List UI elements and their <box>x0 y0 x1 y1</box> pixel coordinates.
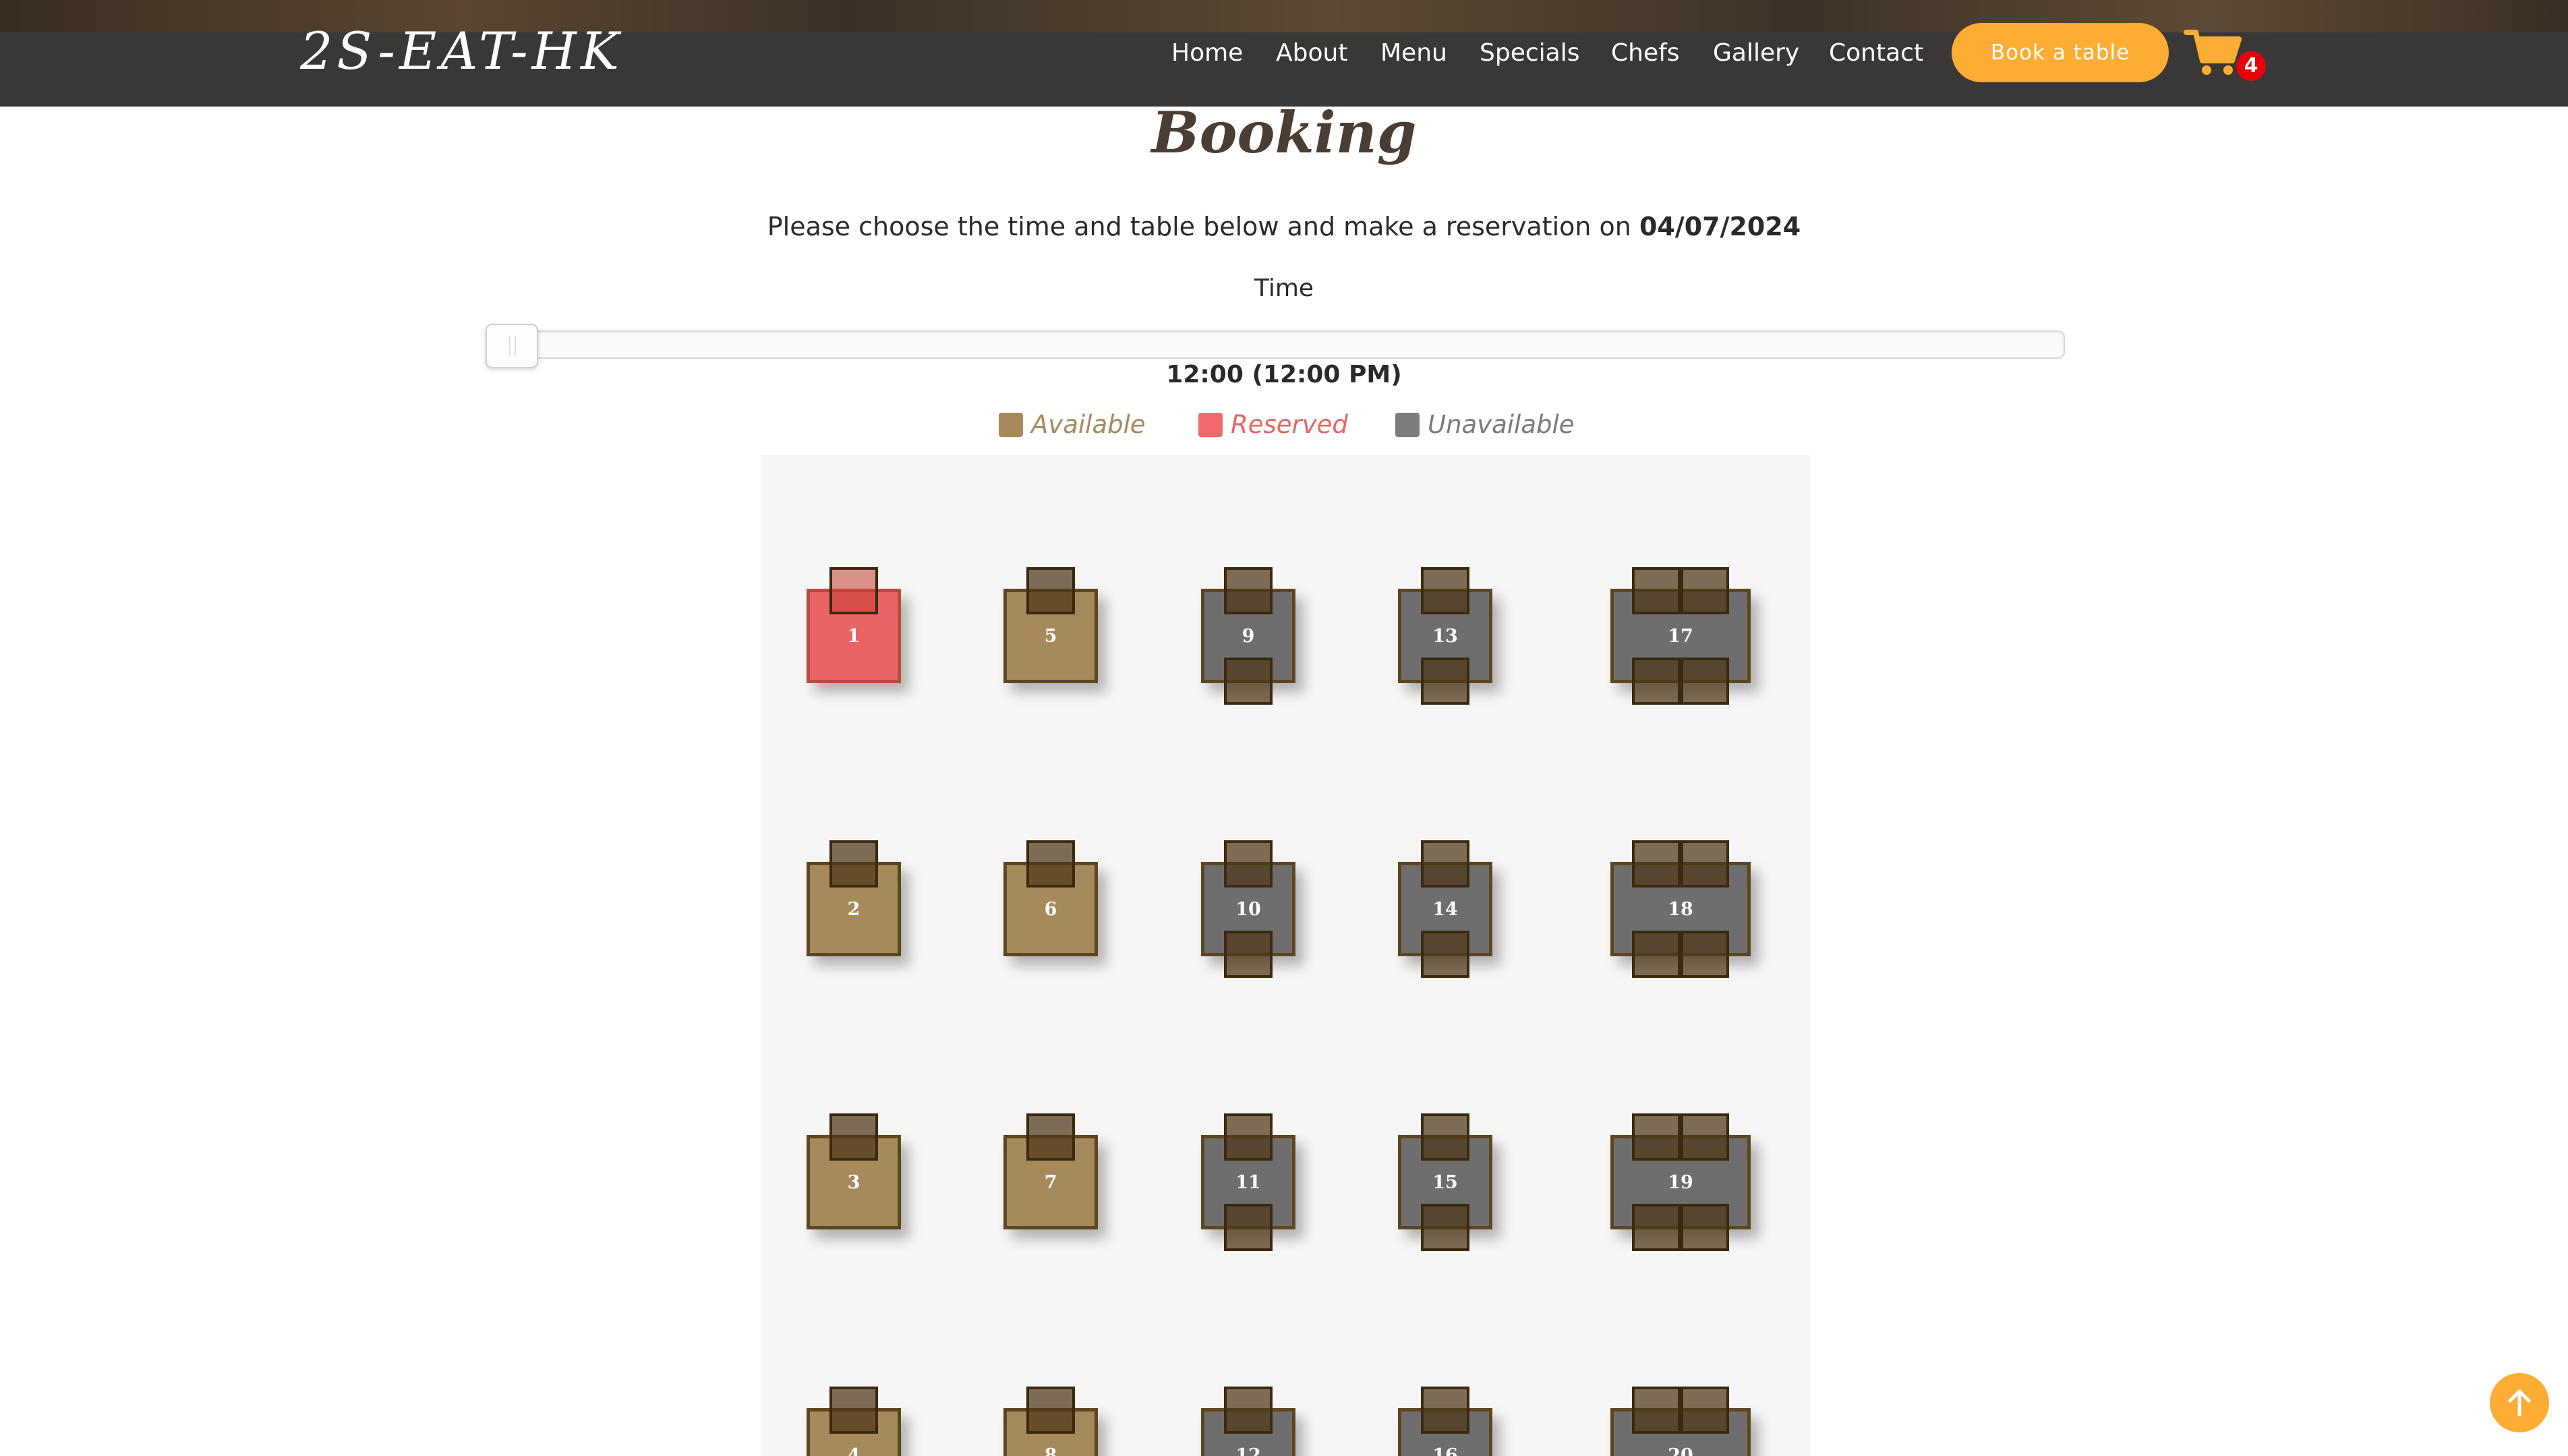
legend-reserved-swatch <box>1198 413 1223 437</box>
nav-item-contact[interactable]: Contact <box>1829 30 1923 77</box>
legend-available-swatch <box>999 413 1023 437</box>
booking-instruction: Please choose the time and table below a… <box>0 206 2568 247</box>
arrow-up-icon <box>2508 1389 2531 1417</box>
nav-item-menu[interactable]: Menu <box>1380 30 1447 77</box>
table-number: 9 <box>1242 625 1255 647</box>
cart-count-badge: 4 <box>2236 51 2266 81</box>
legend-available-label: Available <box>1031 410 1146 439</box>
table-number: 14 <box>1432 898 1458 920</box>
booking-date: 04/07/2024 <box>1639 212 1801 241</box>
table-number: 3 <box>847 1171 860 1193</box>
table-number: 12 <box>1235 1445 1261 1456</box>
legend-unavailable-swatch <box>1395 413 1420 437</box>
table-number: 6 <box>1044 898 1057 920</box>
table-number: 1 <box>847 625 860 647</box>
table-number: 17 <box>1668 625 1693 647</box>
table-number: 8 <box>1044 1445 1057 1456</box>
book-table-button[interactable]: Book a table <box>1952 23 2169 82</box>
shopping-cart-icon <box>2184 30 2242 75</box>
nav-item-specials[interactable]: Specials <box>1480 30 1579 77</box>
legend-reserved-label: Reserved <box>1231 410 1348 439</box>
table-number: 16 <box>1432 1445 1458 1456</box>
table-number: 13 <box>1432 625 1458 647</box>
table-number: 4 <box>847 1445 860 1456</box>
table-number: 11 <box>1235 1171 1261 1193</box>
nav-item-home[interactable]: Home <box>1171 30 1243 77</box>
table-number: 15 <box>1432 1171 1458 1193</box>
instruction-text: Please choose the time and table below a… <box>767 212 1639 241</box>
site-logo[interactable]: 2S-EAT-HK <box>300 18 623 85</box>
cart-button[interactable]: 4 <box>2184 26 2266 88</box>
table-number: 5 <box>1044 625 1057 647</box>
selected-time: 12:00 (12:00 PM) <box>1166 361 1402 388</box>
page-title: Booking <box>1151 99 1417 166</box>
nav-item-about[interactable]: About <box>1276 30 1347 77</box>
legend-unavailable-label: Unavailable <box>1428 410 1575 439</box>
nav-item-chefs[interactable]: Chefs <box>1611 30 1680 77</box>
site-header: 2S-EAT-HK Home About Menu Specials Chefs… <box>0 0 2568 107</box>
table-number: 7 <box>1044 1171 1057 1193</box>
table-number: 10 <box>1235 898 1261 920</box>
table-number: 2 <box>847 898 860 920</box>
table-number: 20 <box>1668 1445 1693 1456</box>
table-number: 19 <box>1668 1171 1693 1193</box>
table-number: 18 <box>1668 898 1693 920</box>
floor-plan: 1 2 3 4 5 6 7 8 9 10 11 12 13 14 15 16 17 18 19 20 <box>761 455 1810 1456</box>
nav-item-gallery[interactable]: Gallery <box>1713 30 1799 77</box>
scroll-to-top-button[interactable] <box>2490 1373 2549 1432</box>
time-label: Time <box>1254 274 1314 302</box>
